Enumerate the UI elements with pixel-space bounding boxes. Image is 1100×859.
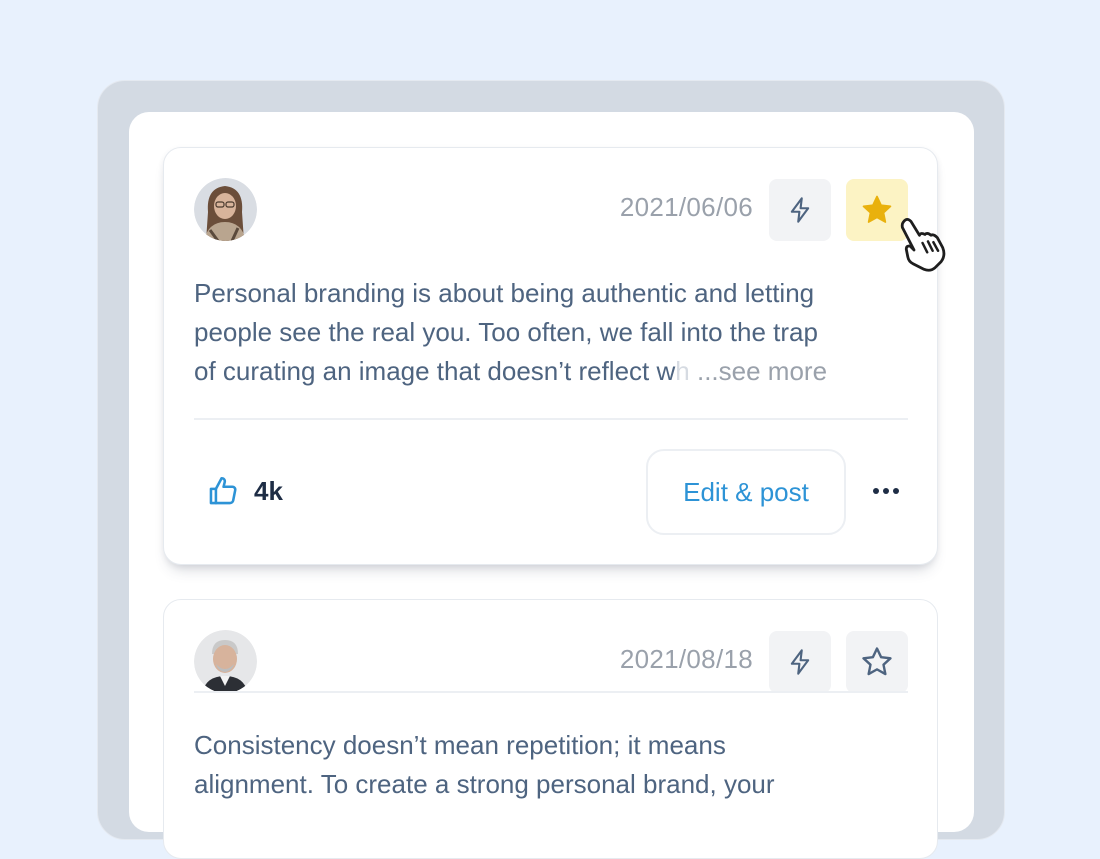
post-card: 2021/08/18 Consistency doesn’t mean repe… — [163, 599, 938, 859]
post-text-line: Consistency doesn’t mean repetition; it … — [194, 730, 726, 760]
post-card: 2021/06/06 Personal branding is about be… — [163, 147, 938, 565]
divider — [194, 418, 908, 420]
like-count: 4k — [254, 476, 283, 506]
see-more-link[interactable]: ...see more — [697, 356, 827, 386]
favorite-button[interactable] — [846, 631, 908, 693]
divider — [194, 691, 908, 693]
post-date: 2021/08/18 — [619, 644, 753, 674]
thumbs-up-icon[interactable] — [206, 474, 240, 508]
edit-and-post-button[interactable]: Edit & post — [646, 449, 846, 535]
post-date: 2021/06/06 — [619, 192, 753, 222]
post-text-line: Personal branding is about being authent… — [194, 278, 815, 308]
lightning-icon — [790, 197, 810, 223]
more-dots-icon — [873, 488, 899, 494]
star-icon — [862, 195, 892, 223]
star-icon — [862, 647, 892, 676]
avatar[interactable] — [194, 178, 257, 241]
post-text-fade: h — [675, 356, 690, 386]
post-text: Personal branding is about being authent… — [194, 274, 914, 391]
boost-button[interactable] — [769, 631, 831, 693]
hand-pointer-cursor — [900, 217, 946, 272]
lightning-icon — [790, 649, 810, 675]
post-text-line: people see the real you. Too often, we f… — [194, 317, 818, 347]
post-text-line: alignment. To create a strong personal b… — [194, 769, 775, 799]
boost-button[interactable] — [769, 179, 831, 241]
avatar[interactable] — [194, 630, 257, 693]
post-text: Consistency doesn’t mean repetition; it … — [194, 726, 914, 804]
post-text-line: of curating an image that doesn’t reflec… — [194, 352, 914, 391]
post-text-truncated: of curating an image that doesn’t reflec… — [194, 356, 676, 386]
more-options-button[interactable] — [864, 474, 908, 508]
